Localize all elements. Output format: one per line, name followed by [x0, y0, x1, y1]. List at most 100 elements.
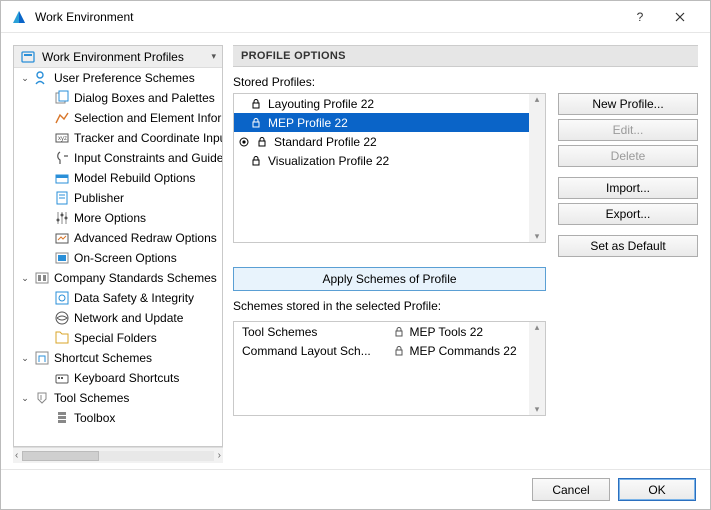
titlebar: Work Environment ?: [1, 1, 710, 33]
profile-item[interactable]: Visualization Profile 22: [234, 151, 545, 170]
tree-item-label: Dialog Boxes and Palettes: [74, 91, 215, 105]
tree-item-label: Keyboard Shortcuts: [74, 371, 179, 385]
group-icon: [34, 350, 50, 366]
schemes-v-scrollbar[interactable]: ▴▾: [529, 322, 545, 415]
sidebar-h-scrollbar[interactable]: ‹›: [13, 447, 223, 463]
profile-item[interactable]: Standard Profile 22: [234, 132, 545, 151]
apply-schemes-button[interactable]: Apply Schemes of Profile: [233, 267, 546, 291]
tree-item-label: More Options: [74, 211, 146, 225]
chevron-down-icon: ▾: [211, 51, 216, 62]
tree-item[interactable]: Dialog Boxes and Palettes: [14, 88, 222, 108]
tree-item-label: Network and Update: [74, 311, 183, 325]
tree-group[interactable]: ⌄User Preference Schemes: [14, 68, 222, 88]
help-button[interactable]: ?: [620, 1, 660, 33]
main-panel: PROFILE OPTIONS Stored Profiles: Layouti…: [233, 45, 698, 463]
item-icon: [54, 330, 70, 346]
schemes-list[interactable]: Tool Schemes MEP Tools 22 Command Layout S…: [233, 321, 546, 416]
delete-profile-button[interactable]: Delete: [558, 145, 698, 167]
item-icon: [54, 110, 70, 126]
item-icon: [54, 210, 70, 226]
scheme-item[interactable]: Tool Schemes MEP Tools 22: [234, 322, 545, 341]
cancel-button[interactable]: Cancel: [532, 478, 610, 501]
dialog-body: Work Environment Profiles ▾ ⌄User Prefer…: [1, 33, 710, 469]
scheme-item[interactable]: Command Layout Sch... MEP Commands 22: [234, 341, 545, 360]
tree-item-label: Special Folders: [74, 331, 157, 345]
lock-icon: [250, 98, 262, 110]
dialog-footer: Cancel OK: [1, 469, 710, 509]
profile-name: Standard Profile 22: [274, 135, 377, 149]
scheme-file: MEP Tools 22: [410, 325, 484, 339]
ok-button[interactable]: OK: [618, 478, 696, 501]
tree-item-label: Input Constraints and Guides: [74, 151, 222, 165]
tree-group[interactable]: ⌄Shortcut Schemes: [14, 348, 222, 368]
tree-item-label: Data Safety & Integrity: [74, 291, 194, 305]
profile-item[interactable]: MEP Profile 22: [234, 113, 545, 132]
item-icon: [54, 410, 70, 426]
profile-item[interactable]: Layouting Profile 22: [234, 94, 545, 113]
import-profile-button[interactable]: Import...: [558, 177, 698, 199]
tree-item-label: Tracker and Coordinate Input: [74, 131, 222, 145]
item-icon: [54, 170, 70, 186]
sidebar: Work Environment Profiles ▾ ⌄User Prefer…: [13, 45, 223, 463]
profiles-icon: [20, 49, 36, 65]
tree-item[interactable]: On-Screen Options: [14, 248, 222, 268]
item-icon: [54, 150, 70, 166]
new-profile-button[interactable]: New Profile...: [558, 93, 698, 115]
dialog-window: Work Environment ? Work Environment Prof…: [0, 0, 711, 510]
tree-item[interactable]: Keyboard Shortcuts: [14, 368, 222, 388]
tree-item[interactable]: Advanced Redraw Options: [14, 228, 222, 248]
tree-item-label: Publisher: [74, 191, 124, 205]
tree-group-label: Shortcut Schemes: [54, 351, 152, 365]
tree-item-label: Model Rebuild Options: [74, 171, 195, 185]
item-icon: [54, 190, 70, 206]
tree-item[interactable]: Data Safety & Integrity: [14, 288, 222, 308]
tree-item[interactable]: Special Folders: [14, 328, 222, 348]
item-icon: [54, 250, 70, 266]
lock-icon: [250, 117, 262, 129]
tree-item-label: Selection and Element Information: [74, 111, 222, 125]
tree-item[interactable]: More Options: [14, 208, 222, 228]
lock-icon: [394, 327, 406, 337]
edit-profile-button[interactable]: Edit...: [558, 119, 698, 141]
tree-item-label: Toolbox: [74, 411, 115, 425]
tree-item[interactable]: Selection and Element Information: [14, 108, 222, 128]
tree-item[interactable]: Toolbox: [14, 408, 222, 428]
profiles-v-scrollbar[interactable]: ▴▾: [529, 94, 545, 242]
scheme-file: MEP Commands 22: [410, 344, 517, 358]
group-icon: [34, 270, 50, 286]
tree-group-label: Company Standards Schemes: [54, 271, 217, 285]
export-profile-button[interactable]: Export...: [558, 203, 698, 225]
item-icon: [54, 290, 70, 306]
profile-name: MEP Profile 22: [268, 116, 348, 130]
scheme-name: Tool Schemes: [242, 325, 390, 339]
scheme-name: Command Layout Sch...: [242, 344, 390, 358]
item-icon: [54, 90, 70, 106]
tree-item-label: Advanced Redraw Options: [74, 231, 217, 245]
tree-item[interactable]: Model Rebuild Options: [14, 168, 222, 188]
lock-icon: [256, 136, 268, 148]
app-icon: [11, 9, 27, 25]
tree-group[interactable]: ⌄Company Standards Schemes: [14, 268, 222, 288]
tree-item[interactable]: Input Constraints and Guides: [14, 148, 222, 168]
item-icon: [54, 310, 70, 326]
tree-item[interactable]: Network and Update: [14, 308, 222, 328]
group-icon: [34, 70, 50, 86]
close-button[interactable]: [660, 1, 700, 33]
profile-name: Layouting Profile 22: [268, 97, 374, 111]
tree-group-label: User Preference Schemes: [54, 71, 195, 85]
tree-group[interactable]: ⌄Tool Schemes: [14, 388, 222, 408]
stored-profiles-list[interactable]: Layouting Profile 22 MEP Profile 22 Standa…: [233, 93, 546, 243]
section-title: PROFILE OPTIONS: [233, 45, 698, 67]
lock-icon: [250, 155, 262, 167]
lock-icon: [394, 346, 406, 356]
item-icon: xyz: [54, 130, 70, 146]
tree-group-label: Tool Schemes: [54, 391, 129, 405]
tree-item[interactable]: xyz Tracker and Coordinate Input: [14, 128, 222, 148]
sidebar-header[interactable]: Work Environment Profiles ▾: [14, 46, 222, 68]
tree-item-label: On-Screen Options: [74, 251, 177, 265]
group-icon: [34, 390, 50, 406]
tree-item[interactable]: Publisher: [14, 188, 222, 208]
svg-text:xyz: xyz: [58, 136, 67, 142]
window-title: Work Environment: [35, 10, 620, 24]
set-default-button[interactable]: Set as Default: [558, 235, 698, 257]
